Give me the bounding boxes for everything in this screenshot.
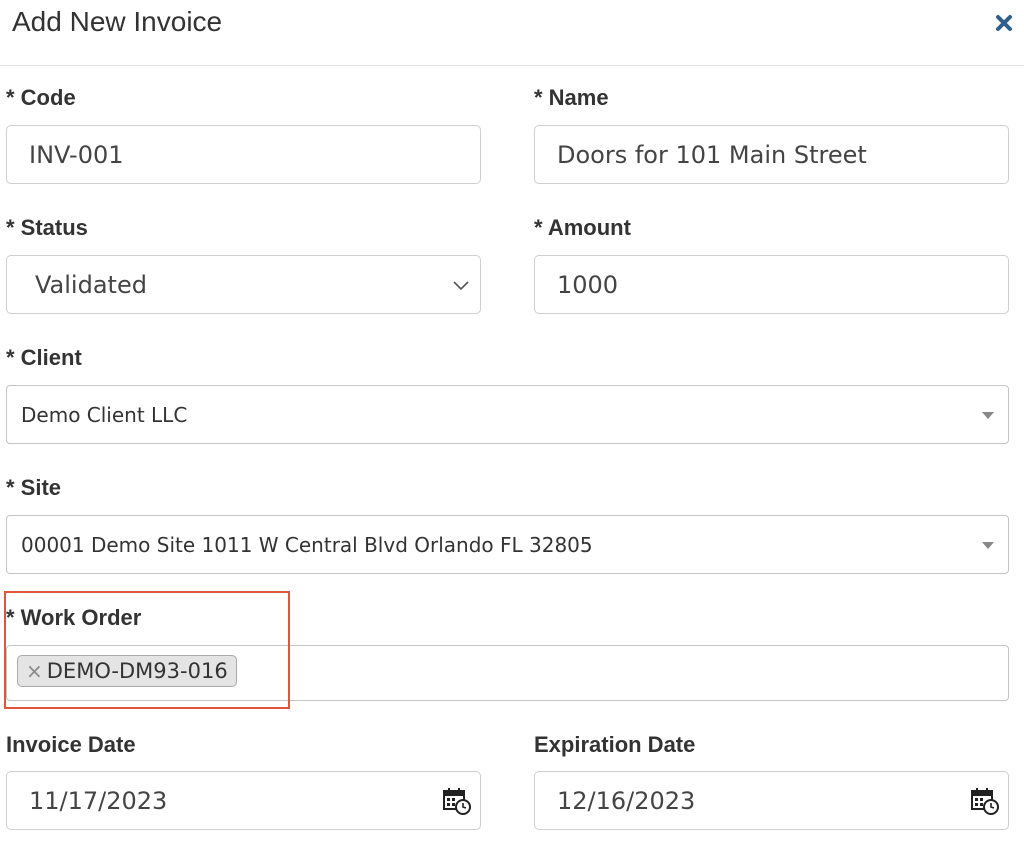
amount-input[interactable]: 1000 bbox=[534, 255, 1009, 314]
close-icon[interactable] bbox=[994, 12, 1014, 34]
code-value: INV-001 bbox=[29, 140, 124, 169]
expiration-date-input[interactable]: 12/16/2023 bbox=[534, 771, 1009, 830]
site-select[interactable]: 00001 Demo Site 1011 W Central Blvd Orla… bbox=[6, 515, 1009, 574]
code-label: * Code bbox=[6, 85, 76, 110]
site-label: * Site bbox=[6, 475, 62, 500]
highlight-box bbox=[4, 591, 290, 709]
expiration-date-label: Expiration Date bbox=[534, 732, 696, 757]
client-select[interactable]: Demo Client LLC bbox=[6, 385, 1009, 444]
name-label: * Name bbox=[534, 85, 609, 110]
chevron-down-icon bbox=[453, 280, 469, 290]
invoice-date-input[interactable]: 11/17/2023 bbox=[6, 771, 481, 830]
status-label: * Status bbox=[6, 215, 88, 240]
status-value: Validated bbox=[35, 270, 147, 299]
name-input[interactable]: Doors for 101 Main Street bbox=[534, 125, 1009, 184]
site-value: 00001 Demo Site 1011 W Central Blvd Orla… bbox=[21, 532, 593, 557]
name-value: Doors for 101 Main Street bbox=[557, 140, 867, 169]
dialog-title: Add New Invoice bbox=[12, 6, 223, 37]
code-input[interactable]: INV-001 bbox=[6, 125, 481, 184]
invoice-date-value: 11/17/2023 bbox=[29, 786, 168, 815]
dropdown-arrow-icon bbox=[982, 541, 994, 549]
calendar-icon[interactable] bbox=[971, 787, 999, 815]
client-value: Demo Client LLC bbox=[21, 402, 188, 427]
expiration-date-value: 12/16/2023 bbox=[557, 786, 696, 815]
dialog-header: Add New Invoice bbox=[0, 0, 1024, 66]
invoice-date-label: Invoice Date bbox=[6, 732, 136, 757]
amount-label: * Amount bbox=[534, 215, 631, 240]
amount-value: 1000 bbox=[557, 270, 619, 299]
client-label: * Client bbox=[6, 345, 82, 370]
dropdown-arrow-icon bbox=[982, 411, 994, 419]
status-select[interactable]: Validated bbox=[6, 255, 481, 314]
calendar-icon[interactable] bbox=[443, 787, 471, 815]
